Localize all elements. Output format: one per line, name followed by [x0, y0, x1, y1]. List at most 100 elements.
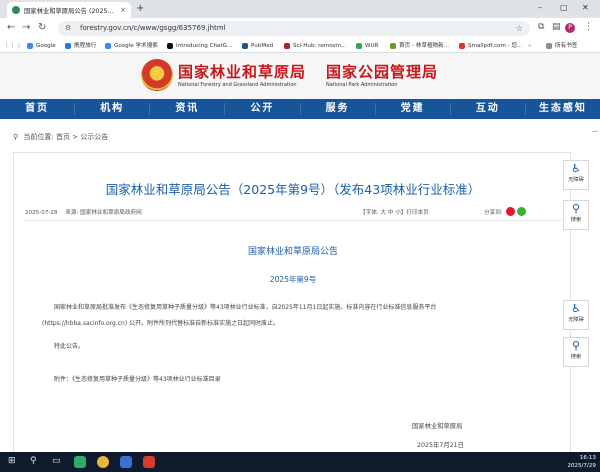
breadcrumb-separator: >: [72, 133, 79, 141]
bookmark-item[interactable]: 首页 - 林草植物新...: [390, 41, 449, 51]
extensions-icon[interactable]: ⧉: [538, 22, 544, 32]
article-meta: 2025-07-28 来源: 国家林业和草原局政府网: [25, 208, 148, 216]
site-favicon-icon: [12, 6, 20, 14]
tab-title: 国家林业和草原局公告 (2025...: [24, 7, 114, 15]
weibo-share-icon[interactable]: [505, 207, 515, 216]
minimize-icon[interactable]: –: [538, 3, 542, 12]
breadcrumb-current-link[interactable]: 公示公告: [80, 133, 108, 141]
nav-item-party[interactable]: 党建: [376, 99, 450, 119]
windows-start-icon[interactable]: ⊞: [8, 456, 16, 466]
forward-icon[interactable]: →: [22, 22, 30, 33]
bookmark-item[interactable]: Smallpdf.com - 您...: [459, 41, 522, 51]
breadcrumb: ⚲ 当前位置: 首页 > 公示公告: [13, 132, 108, 142]
bookmark-item[interactable]: PubMed: [242, 41, 273, 51]
tab-close-icon[interactable]: ×: [120, 6, 126, 14]
wur-icon: [356, 43, 362, 49]
system-clock[interactable]: 16:13 2025/7/29: [567, 454, 596, 470]
breadcrumb-label: 当前位置:: [23, 133, 54, 141]
share-bar: 分享到:: [484, 207, 526, 216]
document-number: 2025年第9号: [269, 275, 317, 284]
ctrip-icon: [65, 43, 71, 49]
bookmark-item[interactable]: Introducing ChatG...: [167, 41, 232, 51]
clock-date: 2025/7/29: [567, 463, 596, 469]
nav-item-home[interactable]: 首页: [0, 99, 74, 119]
folder-icon: [546, 43, 552, 49]
task-view-icon[interactable]: ▭: [52, 456, 61, 466]
attachment-link[interactable]: 附件：《生态修复用草种子质量分级》等43项林业行业标准目录: [54, 372, 554, 388]
bookmark-star-icon[interactable]: ☆: [516, 21, 523, 36]
wheelchair-icon: ♿: [571, 162, 581, 175]
font-size-controls[interactable]: 【字体: 大 中 小】打印本页: [360, 208, 429, 216]
location-pin-icon: ⚲: [13, 133, 19, 141]
share-label: 分享到:: [484, 209, 503, 216]
scihub-icon: [284, 43, 290, 49]
article-paragraph: 国家林业和草原局批准发布《生态修复用草种子质量分级》等43项林业行业标准，自20…: [54, 304, 437, 311]
bookmarks-bar: ⋮⋮ | Google 携程旅行 Google 学术搜索 Introducing…: [0, 39, 600, 53]
back-icon[interactable]: ←: [7, 22, 15, 33]
national-emblem-icon: ★: [141, 59, 173, 91]
search-button[interactable]: ⚲ 搜索: [563, 200, 589, 230]
article-divider: [24, 220, 562, 221]
article-paragraph: 特此公告。: [54, 343, 85, 350]
url-text: forestry.gov.cn/c/www/gsgg/635769.jhtml: [80, 24, 226, 32]
article-paragraph: (https://hbba.sacinfo.org.cn) 公开。附件所列代替标…: [42, 320, 280, 327]
word-app-icon[interactable]: [120, 456, 132, 468]
google-scholar-icon: [105, 43, 111, 49]
bookmark-item[interactable]: WUR: [356, 41, 379, 51]
article-source: 来源: 国家林业和草原局政府网: [65, 210, 142, 216]
main-nav: 首页 机构 资讯 公开 服务 党建 互动 生态感知: [0, 99, 600, 119]
openai-icon: [167, 43, 173, 49]
site-name-forestry: 国家林业和草原局: [178, 63, 307, 81]
search-button-secondary[interactable]: ⚲ 搜索: [563, 337, 589, 367]
search-icon: ⚲: [571, 202, 581, 215]
new-tab-icon[interactable]: +: [136, 3, 144, 14]
bookmark-item[interactable]: Sci-Hub: removin...: [284, 41, 346, 51]
smallpdf-icon: [459, 43, 465, 49]
all-bookmarks[interactable]: 所有书签: [546, 41, 577, 51]
nav-item-organization[interactable]: 机构: [75, 99, 149, 119]
browser-toolbar: ← → ↻ ⚙ forestry.gov.cn/c/www/gsgg/63576…: [0, 18, 600, 39]
accessibility-button-secondary[interactable]: ♿ 无障碍: [563, 300, 589, 330]
address-bar[interactable]: ⚙ forestry.gov.cn/c/www/gsgg/635769.jhtm…: [58, 21, 530, 36]
accessibility-button[interactable]: ♿ 无障碍: [563, 160, 589, 190]
google-icon: [27, 43, 33, 49]
site-name-parks: 国家公园管理局: [326, 63, 439, 81]
wheelchair-icon: ♿: [571, 302, 581, 315]
window-close-icon[interactable]: ✕: [582, 3, 589, 12]
nav-item-service[interactable]: 服务: [301, 99, 375, 119]
site-name-forestry-en: National Forestry and Grassland Administ…: [178, 82, 297, 88]
os-taskbar: ⊞ ⚲ ▭ 16:13 2025/7/29: [0, 452, 600, 472]
document-heading: 国家林业和草原局公告: [247, 247, 338, 257]
reload-icon[interactable]: ↻: [38, 22, 46, 33]
clock-time: 16:13: [579, 455, 596, 461]
bookmark-item[interactable]: Google 学术搜索: [105, 41, 158, 51]
wechat-share-icon[interactable]: [516, 207, 526, 216]
maximize-icon[interactable]: ▢: [560, 3, 568, 12]
right-edge-text: —: [592, 128, 598, 135]
signature-organization: 国家林业和草原局: [412, 423, 463, 430]
nav-item-news[interactable]: 资讯: [150, 99, 224, 119]
taskbar-search-icon[interactable]: ⚲: [30, 456, 37, 466]
browser-tab-active[interactable]: 国家林业和草原局公告 (2025... ×: [7, 2, 131, 18]
article-title: 国家林业和草原局公告（2025年第9号）（发布43项林业行业标准）: [105, 182, 481, 197]
apps-grid-icon[interactable]: ⋮⋮: [4, 41, 15, 51]
nav-item-interaction[interactable]: 互动: [451, 99, 525, 119]
wechat-app-icon[interactable]: [74, 456, 86, 468]
signature-date: 2025年7月21日: [417, 442, 464, 449]
article-panel: 国家林业和草原局公告（2025年第9号）（发布43项林业行业标准） 2025-0…: [13, 152, 571, 452]
browser-menu-icon[interactable]: ⋮: [584, 22, 593, 32]
bookmark-item[interactable]: 携程旅行: [65, 41, 96, 51]
bookmark-item[interactable]: Google: [27, 41, 56, 51]
breadcrumb-home-link[interactable]: 首页: [56, 133, 70, 141]
site-info-icon[interactable]: ⚙: [65, 21, 71, 36]
forestry-plant-icon: [390, 43, 396, 49]
search-icon: ⚲: [571, 339, 581, 352]
nav-item-eco-perception[interactable]: 生态感知: [526, 99, 600, 119]
tab-search-icon[interactable]: ▤: [552, 22, 561, 32]
profile-avatar[interactable]: P: [565, 23, 575, 33]
wps-app-icon[interactable]: [143, 456, 155, 468]
site-header: ★ 国家林业和草原局 国家公园管理局 National Forestry and…: [0, 53, 600, 99]
chrome-app-icon[interactable]: [97, 456, 109, 468]
site-name-parks-en: National Park Administration: [326, 82, 398, 88]
nav-item-public[interactable]: 公开: [225, 99, 299, 119]
